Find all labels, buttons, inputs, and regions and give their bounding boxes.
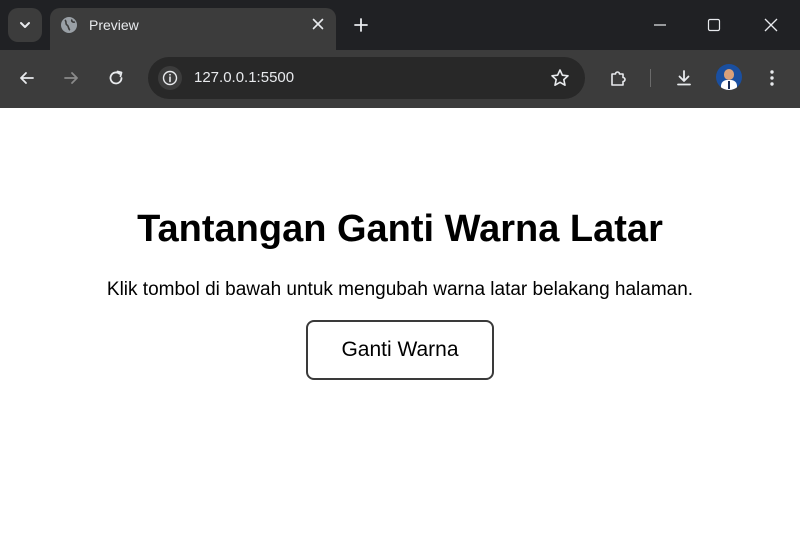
menu-button[interactable]: [757, 63, 787, 93]
page-description: Klik tombol di bawah untuk mengubah warn…: [106, 279, 694, 300]
url-text[interactable]: 127.0.0.1:5500: [194, 70, 294, 86]
more-vertical-icon: [770, 70, 774, 86]
downloads-button[interactable]: [669, 63, 699, 93]
page-title: Tantangan Ganti Warna Latar: [137, 208, 663, 250]
globe-icon: [60, 16, 78, 34]
address-bar[interactable]: 127.0.0.1:5500: [148, 57, 585, 99]
close-icon: [312, 18, 324, 30]
site-info-button[interactable]: [158, 66, 182, 90]
avatar-icon: [724, 69, 734, 80]
toolbar-divider: [650, 69, 651, 87]
tab-search-button[interactable]: [8, 8, 42, 42]
forward-button[interactable]: [56, 63, 86, 93]
info-icon: [162, 70, 178, 86]
change-color-button[interactable]: Ganti Warna: [306, 320, 494, 380]
profile-avatar[interactable]: [716, 64, 742, 90]
maximize-button[interactable]: [699, 10, 729, 40]
browser-toolbar: 127.0.0.1:5500: [0, 50, 800, 108]
new-tab-button[interactable]: [349, 13, 373, 37]
reload-button[interactable]: [101, 63, 131, 93]
star-icon: [551, 69, 569, 86]
bookmark-button[interactable]: [549, 67, 571, 89]
plus-icon: [354, 18, 368, 32]
minimize-icon: [654, 24, 666, 26]
close-icon: [764, 18, 778, 32]
maximize-icon: [707, 18, 721, 32]
arrow-left-icon: [20, 72, 34, 84]
puzzle-icon: [611, 71, 626, 86]
page-viewport: Tantangan Ganti Warna Latar Klik tombol …: [0, 108, 800, 541]
tab-preview[interactable]: Preview: [50, 8, 336, 50]
tab-title: Preview: [89, 17, 139, 33]
download-icon: [677, 70, 691, 86]
tab-strip: Preview: [0, 0, 800, 50]
reload-icon: [109, 70, 123, 85]
minimize-button[interactable]: [645, 10, 675, 40]
extensions-button[interactable]: [603, 63, 633, 93]
back-button[interactable]: [12, 63, 42, 93]
close-tab-button[interactable]: [308, 14, 328, 34]
arrow-right-icon: [64, 72, 78, 84]
browser-window: Preview 127.0.0.1:5500 Tantangan Ganti W…: [0, 0, 800, 541]
chevron-down-icon: [20, 22, 30, 28]
close-window-button[interactable]: [756, 10, 786, 40]
